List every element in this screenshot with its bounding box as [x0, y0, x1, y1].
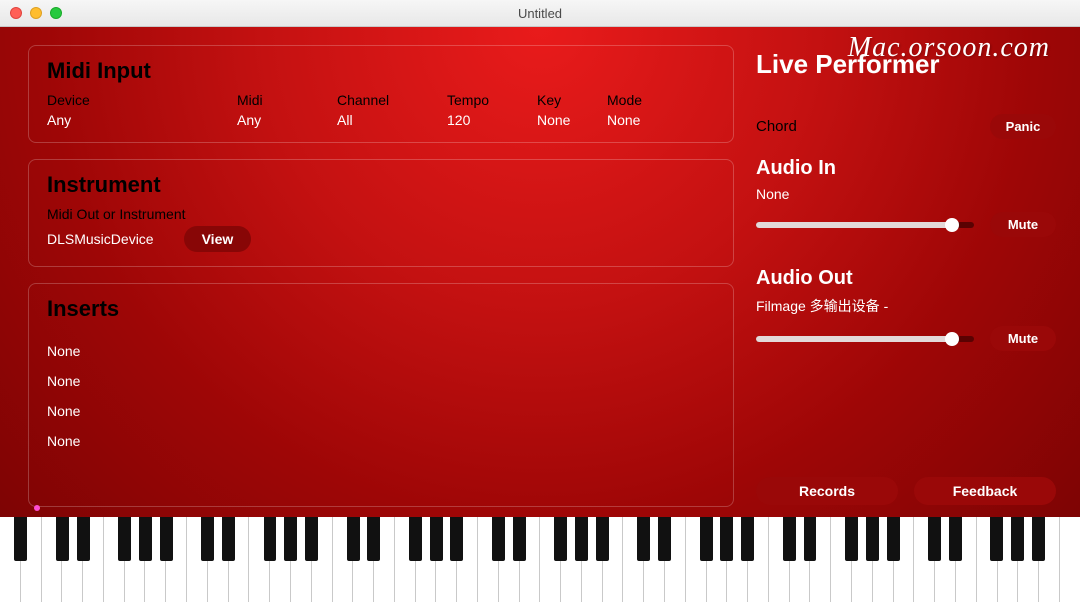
black-key[interactable] [77, 517, 90, 561]
midi-val-channel[interactable]: All [337, 112, 447, 128]
view-button[interactable]: View [184, 226, 252, 252]
instrument-value[interactable]: DLSMusicDevice [47, 231, 154, 247]
black-key[interactable] [990, 517, 1003, 561]
page-indicator-dot[interactable] [34, 505, 40, 511]
black-key[interactable] [575, 517, 588, 561]
black-key[interactable] [264, 517, 277, 561]
midi-val-mode[interactable]: None [607, 112, 687, 128]
instrument-section-title: Instrument [47, 172, 715, 198]
live-performer-title: Live Performer [756, 49, 1056, 80]
midi-val-device[interactable]: Any [47, 112, 237, 128]
black-key[interactable] [284, 517, 297, 561]
right-column: Live Performer Chord Panic Audio In None… [756, 45, 1056, 507]
piano-keyboard[interactable] [0, 517, 1080, 602]
audio-in-slider[interactable] [756, 222, 974, 228]
midi-val-key[interactable]: None [537, 112, 607, 128]
black-key[interactable] [783, 517, 796, 561]
black-key[interactable] [741, 517, 754, 561]
black-key[interactable] [492, 517, 505, 561]
records-button[interactable]: Records [756, 477, 898, 505]
black-key[interactable] [949, 517, 962, 561]
midi-hdr-midi: Midi [237, 92, 337, 108]
inserts-section-title: Inserts [47, 296, 715, 322]
black-key[interactable] [700, 517, 713, 561]
instrument-label: Midi Out or Instrument [47, 206, 715, 222]
audio-out-title: Audio Out [756, 267, 1056, 290]
black-key[interactable] [222, 517, 235, 561]
insert-slot[interactable]: None [47, 366, 715, 396]
black-key[interactable] [845, 517, 858, 561]
insert-slot[interactable]: None [47, 426, 715, 456]
black-key[interactable] [409, 517, 422, 561]
audio-in-mute-button[interactable]: Mute [990, 212, 1056, 237]
chord-label: Chord [756, 118, 797, 135]
midi-input-panel: Midi Input Device Midi Channel Tempo Key… [28, 45, 734, 143]
black-key[interactable] [658, 517, 671, 561]
midi-hdr-mode: Mode [607, 92, 687, 108]
black-key[interactable] [804, 517, 817, 561]
black-key[interactable] [637, 517, 650, 561]
black-key[interactable] [554, 517, 567, 561]
audio-in-value[interactable]: None [756, 186, 1056, 202]
black-key[interactable] [160, 517, 173, 561]
titlebar: Untitled [0, 0, 1080, 27]
black-key[interactable] [1032, 517, 1045, 561]
black-key[interactable] [201, 517, 214, 561]
panic-button[interactable]: Panic [990, 114, 1056, 139]
black-key[interactable] [305, 517, 318, 561]
main-content: Midi Input Device Midi Channel Tempo Key… [0, 27, 1080, 517]
insert-slot[interactable]: None [47, 396, 715, 426]
black-key[interactable] [1011, 517, 1024, 561]
black-key[interactable] [367, 517, 380, 561]
black-key[interactable] [139, 517, 152, 561]
audio-in-title: Audio In [756, 157, 1056, 180]
audio-out-value[interactable]: Filmage 多输出设备 - [756, 296, 1056, 316]
audio-out-mute-button[interactable]: Mute [990, 326, 1056, 351]
insert-slot[interactable]: None [47, 336, 715, 366]
midi-hdr-key: Key [537, 92, 607, 108]
midi-section-title: Midi Input [47, 58, 715, 84]
black-key[interactable] [866, 517, 879, 561]
midi-hdr-tempo: Tempo [447, 92, 537, 108]
midi-val-tempo[interactable]: 120 [447, 112, 537, 128]
black-key[interactable] [513, 517, 526, 561]
inserts-panel: Inserts None None None None [28, 283, 734, 507]
black-key[interactable] [347, 517, 360, 561]
black-key[interactable] [118, 517, 131, 561]
black-key[interactable] [430, 517, 443, 561]
feedback-button[interactable]: Feedback [914, 477, 1056, 505]
black-key[interactable] [720, 517, 733, 561]
left-column: Midi Input Device Midi Channel Tempo Key… [28, 45, 734, 507]
black-key[interactable] [887, 517, 900, 561]
black-key[interactable] [56, 517, 69, 561]
black-key[interactable] [450, 517, 463, 561]
midi-hdr-channel: Channel [337, 92, 447, 108]
window-title: Untitled [0, 6, 1080, 21]
audio-out-slider[interactable] [756, 336, 974, 342]
midi-hdr-device: Device [47, 92, 237, 108]
black-key[interactable] [14, 517, 27, 561]
black-key[interactable] [928, 517, 941, 561]
black-key[interactable] [596, 517, 609, 561]
instrument-panel: Instrument Midi Out or Instrument DLSMus… [28, 159, 734, 267]
midi-val-midi[interactable]: Any [237, 112, 337, 128]
midi-grid: Device Midi Channel Tempo Key Mode Any A… [47, 92, 715, 128]
